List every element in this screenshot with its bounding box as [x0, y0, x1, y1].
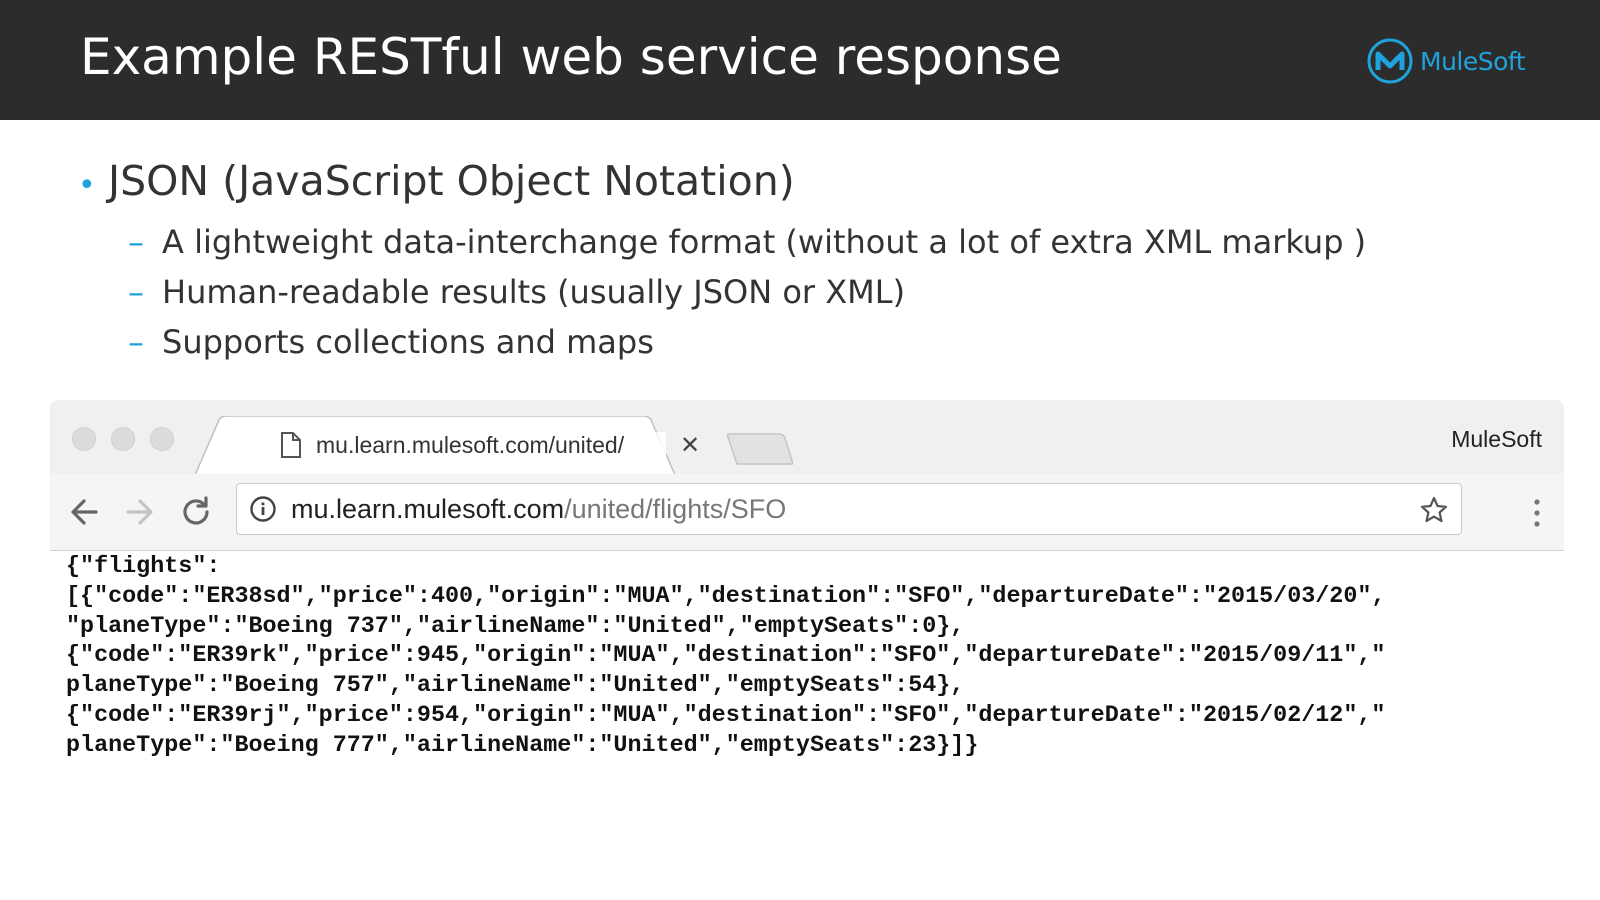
json-line: planeType":"Boeing 757","airlineName":"U…: [66, 673, 965, 700]
zoom-window-button[interactable]: [150, 427, 174, 451]
bullet-main: • JSON (JavaScript Object Notation): [78, 152, 1558, 215]
slide-header: Example RESTful web service response Mul…: [0, 0, 1600, 120]
sub-bullet-text: A lightweight data-interchange format (w…: [162, 223, 1367, 261]
json-line: {"flights":: [66, 554, 221, 580]
page-icon: [281, 432, 301, 458]
tab-title-text: mu.learn.mulesoft.com/united/: [316, 431, 625, 458]
tab-content[interactable]: mu.learn.mulesoft.com/united/ ✕: [280, 428, 700, 462]
json-line: {"code":"ER39rk","price":945,"origin":"M…: [66, 643, 1386, 670]
dash-icon: –: [128, 323, 144, 361]
address-url: mu.learn.mulesoft.com/united/flights/SFO: [291, 494, 786, 525]
star-icon[interactable]: [1419, 495, 1449, 525]
close-icon[interactable]: ✕: [680, 431, 700, 459]
json-line: planeType":"Boeing 777","airlineName":"U…: [66, 732, 979, 759]
browser-profile-label[interactable]: MuleSoft: [1451, 426, 1542, 453]
tab-strip: mu.learn.mulesoft.com/united/ ✕ MuleSoft: [50, 400, 1564, 476]
address-bar[interactable]: mu.learn.mulesoft.com/united/flights/SFO: [236, 483, 1462, 535]
browser-window: mu.learn.mulesoft.com/united/ ✕ MuleSoft: [50, 400, 1564, 551]
url-path: /united/flights/SFO: [564, 493, 787, 524]
json-response: {"flights": [{"code":"ER38sd","price":40…: [66, 553, 1556, 762]
sub-bullet-text: Human-readable results (usually JSON or …: [162, 273, 906, 311]
tab-title-fade: [636, 431, 666, 459]
mulesoft-logo-icon: [1367, 38, 1413, 84]
tab-title: mu.learn.mulesoft.com/united/: [316, 431, 666, 459]
browser-toolbar: mu.learn.mulesoft.com/united/flights/SFO: [50, 474, 1564, 551]
sub-bullet: – A lightweight data-interchange format …: [128, 217, 1558, 267]
mulesoft-logo: MuleSoft: [1366, 36, 1526, 86]
sub-bullet: – Supports collections and maps: [128, 317, 1558, 367]
info-icon[interactable]: [249, 495, 277, 523]
sub-bullet-list: – A lightweight data-interchange format …: [128, 217, 1558, 367]
back-arrow-icon[interactable]: [66, 494, 102, 530]
bullet-list: • JSON (JavaScript Object Notation) – A …: [78, 152, 1558, 367]
forward-arrow-icon[interactable]: [122, 494, 158, 530]
close-window-button[interactable]: [72, 427, 96, 451]
dash-icon: –: [128, 223, 144, 261]
new-tab-button[interactable]: [727, 432, 793, 466]
json-line: {"code":"ER39rj","price":954,"origin":"M…: [66, 702, 1386, 729]
url-host: mu.learn.mulesoft.com: [291, 493, 565, 524]
bullet-dot-icon: •: [78, 168, 96, 203]
minimize-window-button[interactable]: [111, 427, 135, 451]
json-line: "planeType":"Boeing 737","airlineName":"…: [66, 613, 965, 640]
reload-icon[interactable]: [178, 494, 214, 530]
dash-icon: –: [128, 273, 144, 311]
bullet-main-text: JSON (JavaScript Object Notation): [108, 157, 795, 205]
mulesoft-logo-text: MuleSoft: [1420, 46, 1526, 76]
json-line: [{"code":"ER38sd","price":400,"origin":"…: [66, 583, 1386, 610]
sub-bullet-text: Supports collections and maps: [162, 323, 654, 361]
slide-title: Example RESTful web service response: [80, 28, 1062, 86]
sub-bullet: – Human-readable results (usually JSON o…: [128, 267, 1558, 317]
menu-dots-icon[interactable]: [1532, 498, 1542, 528]
